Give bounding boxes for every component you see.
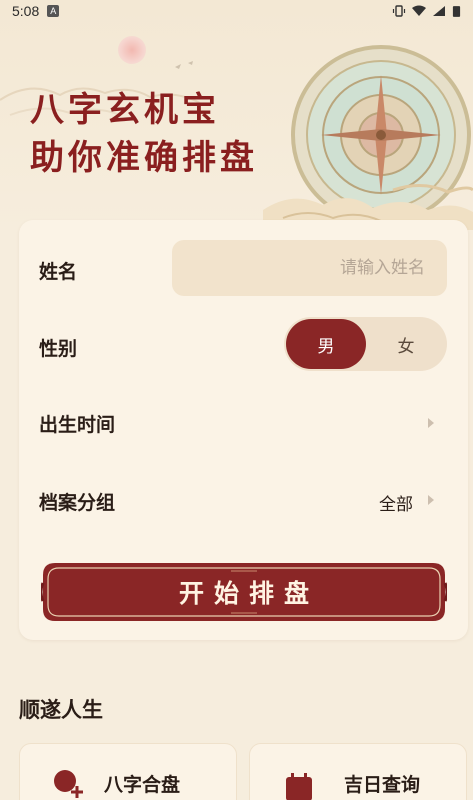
gender-option-male[interactable]: 男: [286, 319, 366, 369]
calendar-icon: [286, 773, 312, 800]
vibrate-icon: [392, 5, 406, 17]
chevron-right-icon: [428, 495, 434, 505]
gender-label: 性别: [39, 338, 78, 360]
compass-illustration: [263, 45, 473, 230]
hero-title-line2: 助你准确排盘: [30, 138, 258, 178]
hero-banner: 八字玄机宝 助你准确排盘: [0, 0, 473, 230]
name-label: 姓名: [39, 261, 78, 283]
feature-bazi-hepan[interactable]: 八字合盘: [19, 743, 237, 800]
gender-toggle[interactable]: 男 女: [284, 317, 447, 371]
group-label: 档案分组: [39, 492, 116, 514]
couple-icon: [54, 770, 83, 798]
status-bar: 5:08 A: [0, 0, 473, 22]
hero-title: 八字玄机宝 助你准确排盘: [30, 86, 258, 182]
birth-info-form: 姓名 性别 男 女 出生时间 档案分组 全部 开始排盘: [19, 220, 468, 640]
hero-title-line1: 八字玄机宝: [30, 90, 220, 130]
status-icons: [392, 5, 461, 18]
name-input[interactable]: [172, 240, 447, 296]
feature-label: 八字合盘: [104, 774, 181, 796]
birth-time-row[interactable]: 出生时间: [19, 390, 468, 456]
birth-time-label: 出生时间: [39, 414, 116, 436]
group-value: 全部: [379, 495, 413, 515]
feature-label: 吉日查询: [344, 774, 421, 796]
start-paipan-label: 开始排盘: [178, 579, 319, 608]
gender-option-female[interactable]: 女: [366, 319, 446, 369]
signal-icon: [433, 6, 445, 16]
start-paipan-button[interactable]: 开始排盘: [41, 561, 447, 623]
notification-icon: A: [47, 5, 60, 17]
chevron-right-icon: [428, 418, 434, 428]
battery-icon: [452, 5, 461, 17]
feature-jiri-query[interactable]: 吉日查询: [249, 743, 467, 800]
wifi-icon: [412, 5, 426, 16]
status-time: 5:08: [12, 3, 40, 19]
section-title: 顺遂人生: [19, 697, 103, 722]
